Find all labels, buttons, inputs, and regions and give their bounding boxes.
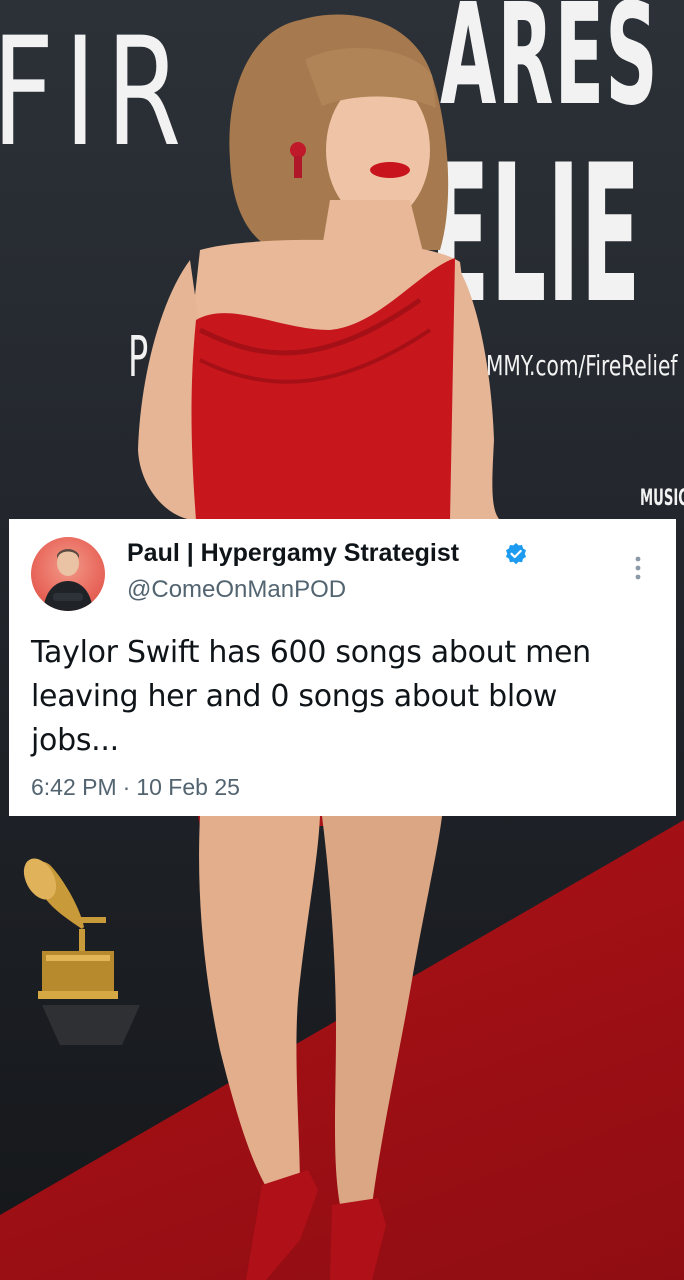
avatar-person-icon — [43, 549, 93, 611]
tweet-date: 10 Feb 25 — [136, 774, 240, 800]
author-handle[interactable]: @ComeOnManPOD — [127, 576, 346, 604]
tweet-text: Taylor Swift has 600 songs about men lea… — [31, 635, 591, 758]
tweet-card[interactable]: Paul | Hypergamy Strategist @ComeOnManPO… — [9, 519, 676, 816]
author-name[interactable]: Paul | Hypergamy Strategist — [127, 539, 459, 568]
tweet-timestamp[interactable]: 6:42 PM · 10 Feb 25 — [31, 774, 240, 801]
tweet-time: 6:42 PM — [31, 774, 117, 800]
meta-separator: · — [122, 774, 131, 800]
screenshot-stage: FIR ARES ELIE P MMY.com/FireRelief MUSIC — [0, 0, 684, 1280]
avatar[interactable] — [31, 537, 105, 611]
more-vertical-icon[interactable] — [629, 553, 647, 583]
verified-badge-icon — [506, 543, 526, 565]
